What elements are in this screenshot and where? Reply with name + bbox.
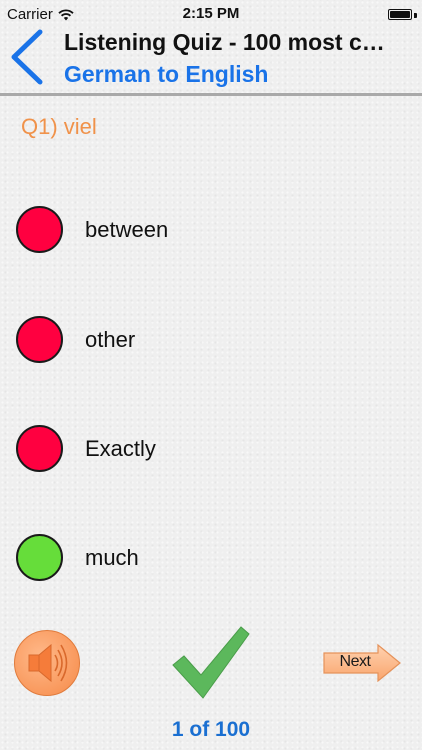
option-label: much bbox=[85, 545, 139, 570]
speaker-icon bbox=[28, 643, 68, 683]
page-subtitle: German to English bbox=[64, 61, 269, 87]
progress-counter: 1 of 100 bbox=[171, 718, 251, 741]
option-label: between bbox=[85, 217, 169, 242]
header-divider bbox=[0, 93, 422, 96]
option-indicator[interactable] bbox=[16, 316, 63, 363]
chevron-left-icon bbox=[11, 29, 43, 85]
next-label: Next bbox=[339, 653, 371, 670]
page-title: Listening Quiz - 100 most common words bbox=[64, 29, 398, 55]
option-1[interactable]: between bbox=[14, 204, 394, 258]
option-3[interactable]: Exactly bbox=[14, 423, 394, 477]
option-indicator[interactable] bbox=[16, 206, 63, 253]
option-2[interactable]: other bbox=[14, 314, 394, 368]
checkmark-icon bbox=[172, 626, 250, 699]
play-audio-button[interactable] bbox=[14, 630, 80, 696]
option-4[interactable]: much bbox=[14, 532, 394, 586]
option-label: Exactly bbox=[85, 436, 156, 461]
next-button[interactable]: Next bbox=[322, 643, 402, 683]
option-indicator[interactable] bbox=[16, 534, 63, 581]
option-indicator[interactable] bbox=[16, 425, 63, 472]
battery-tip bbox=[414, 13, 417, 18]
nav-header: Listening Quiz - 100 most common words G… bbox=[0, 26, 422, 94]
question-text: Q1) viel bbox=[21, 114, 97, 139]
battery-icon bbox=[388, 9, 412, 20]
back-button[interactable] bbox=[4, 28, 48, 86]
status-time: 2:15 PM bbox=[182, 5, 240, 22]
option-label: other bbox=[85, 327, 136, 352]
